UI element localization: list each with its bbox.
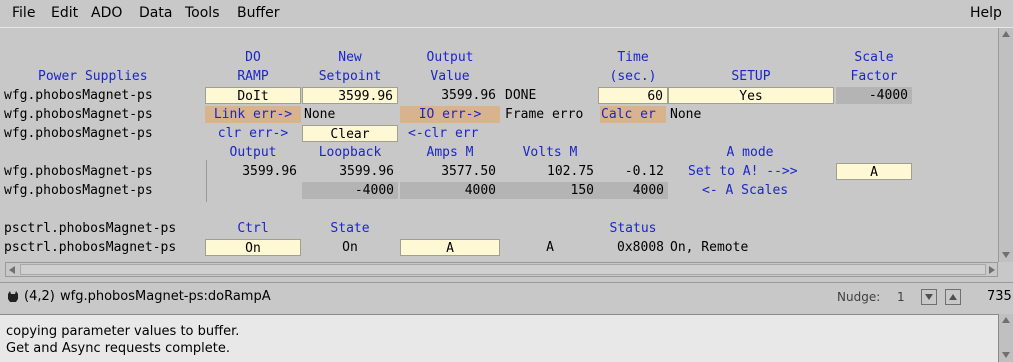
scroll-left-icon[interactable] bbox=[9, 266, 15, 274]
header-a-mode: A mode bbox=[726, 145, 774, 160]
header-factor: Factor bbox=[850, 69, 898, 84]
calc-err-button[interactable]: Calc er bbox=[600, 106, 666, 123]
row-label: wfg.phobosMagnet-ps bbox=[4, 164, 153, 179]
clear-button[interactable]: Clear bbox=[302, 125, 398, 142]
state-value: On bbox=[342, 240, 358, 255]
io-err-button[interactable]: IO err-> bbox=[400, 106, 500, 123]
menu-ado[interactable]: ADO bbox=[91, 5, 122, 21]
message-area: copying parameter values to buffer. Get … bbox=[0, 314, 998, 362]
message-line: Get and Async requests complete. bbox=[6, 341, 230, 356]
nudge-value: 1 bbox=[897, 290, 905, 304]
header-sec: (sec.) bbox=[609, 69, 657, 84]
cursor-position: (4,2) bbox=[24, 289, 55, 304]
menu-edit[interactable]: Edit bbox=[51, 5, 78, 21]
menu-help[interactable]: Help bbox=[970, 5, 1002, 21]
scroll-up-icon[interactable] bbox=[1002, 317, 1010, 323]
amps-value: 3577.50 bbox=[441, 164, 496, 179]
menu-bar: File Edit ADO Data Tools Buffer Help bbox=[0, 0, 1013, 28]
scroll-thumb[interactable] bbox=[20, 264, 986, 275]
header-value: Value bbox=[430, 69, 470, 84]
scroll-down-icon[interactable] bbox=[1002, 352, 1010, 358]
link-err-button[interactable]: Link err-> bbox=[205, 106, 301, 123]
header-power-supplies: Power Supplies bbox=[38, 69, 148, 84]
setup-field[interactable]: Yes bbox=[668, 87, 834, 104]
menu-buffer[interactable]: Buffer bbox=[237, 5, 280, 21]
status-code: 0x8008 bbox=[617, 240, 664, 255]
count-value: 735 bbox=[987, 289, 1012, 304]
frame-err-value: Frame erro bbox=[505, 107, 584, 122]
message-line: copying parameter values to buffer. bbox=[6, 324, 240, 339]
row-label: wfg.phobosMagnet-ps bbox=[4, 107, 153, 122]
status-text: On, Remote bbox=[670, 240, 749, 255]
cat-icon bbox=[8, 291, 18, 302]
row-label: wfg.phobosMagnet-ps bbox=[4, 183, 153, 198]
link-err-value: None bbox=[304, 107, 336, 122]
output-readback: 3599.96 bbox=[242, 164, 297, 179]
a-scales-label: <- A Scales bbox=[702, 183, 789, 198]
ctrl-field[interactable]: On bbox=[205, 239, 301, 256]
vertical-scrollbar[interactable] bbox=[998, 28, 1013, 262]
row-label: psctrl.phobosMagnet-ps bbox=[4, 221, 177, 236]
header-ramp: RAMP bbox=[237, 69, 269, 84]
doit-button[interactable]: DoIt bbox=[205, 87, 301, 104]
arrow-up-icon bbox=[949, 294, 957, 300]
scroll-up-icon[interactable] bbox=[1002, 31, 1010, 37]
row-label: psctrl.phobosMagnet-ps bbox=[4, 240, 177, 255]
header-loopback: Loopback bbox=[318, 145, 382, 160]
message-scrollbar[interactable] bbox=[998, 314, 1013, 362]
a-field[interactable]: A bbox=[400, 239, 500, 256]
scale-value-1: -4000 bbox=[302, 182, 398, 199]
scale-value-2: 4000 bbox=[400, 182, 500, 199]
calc-err-value: None bbox=[670, 107, 702, 122]
header-scale: Scale bbox=[854, 50, 894, 65]
header-amps-m: Amps M bbox=[426, 145, 474, 160]
status-line: (4,2) wfg.phobosMagnet-ps:doRampA Nudge:… bbox=[0, 282, 1013, 311]
clr-err-label: clr err-> bbox=[217, 126, 289, 141]
nudge-label: Nudge: bbox=[837, 290, 881, 304]
setpoint-field[interactable]: 3599.96 bbox=[302, 87, 398, 104]
header-state: State bbox=[330, 221, 370, 236]
header-ctrl: Ctrl bbox=[237, 221, 269, 236]
header-status: Status bbox=[609, 221, 657, 236]
menu-data[interactable]: Data bbox=[139, 5, 172, 21]
scale-factor: -4000 bbox=[836, 87, 912, 104]
time-field[interactable]: 60 bbox=[598, 87, 668, 104]
header-volts-m: Volts M bbox=[522, 145, 578, 160]
header-time: Time bbox=[617, 50, 649, 65]
header-output: Output bbox=[426, 50, 474, 65]
header-setpoint: Setpoint bbox=[318, 69, 382, 84]
row-label: wfg.phobosMagnet-ps bbox=[4, 126, 153, 141]
header-output-2: Output bbox=[229, 145, 277, 160]
scale-value-3: 150 bbox=[500, 182, 598, 199]
a-mode-field[interactable]: A bbox=[836, 163, 912, 180]
extra-value: -0.12 bbox=[624, 164, 664, 179]
volts-value: 102.75 bbox=[547, 164, 594, 179]
menu-file[interactable]: File bbox=[12, 5, 35, 21]
header-new: New bbox=[338, 50, 362, 65]
horizontal-scrollbar[interactable] bbox=[5, 262, 998, 277]
scroll-right-icon[interactable] bbox=[989, 266, 995, 274]
output-value: 3599.96 bbox=[441, 88, 496, 103]
scroll-down-icon[interactable] bbox=[1002, 252, 1010, 258]
a-value: A bbox=[546, 240, 554, 255]
scale-value-4: 4000 bbox=[598, 182, 668, 199]
header-do: DO bbox=[245, 50, 261, 65]
loopback-value: 3599.96 bbox=[339, 164, 394, 179]
arrow-down-icon bbox=[925, 294, 933, 300]
menu-tools[interactable]: Tools bbox=[185, 5, 220, 21]
set-to-a-button[interactable]: Set to A! -->> bbox=[688, 163, 828, 180]
status-path: wfg.phobosMagnet-ps:doRampA bbox=[60, 289, 271, 304]
clr-err-back-label: <-clr err bbox=[408, 126, 479, 141]
header-setup: SETUP bbox=[731, 69, 771, 84]
nudge-down-button[interactable] bbox=[921, 289, 937, 305]
row-label: wfg.phobosMagnet-ps bbox=[4, 88, 153, 103]
nudge-up-button[interactable] bbox=[945, 289, 961, 305]
ramp-status: DONE bbox=[505, 88, 537, 103]
